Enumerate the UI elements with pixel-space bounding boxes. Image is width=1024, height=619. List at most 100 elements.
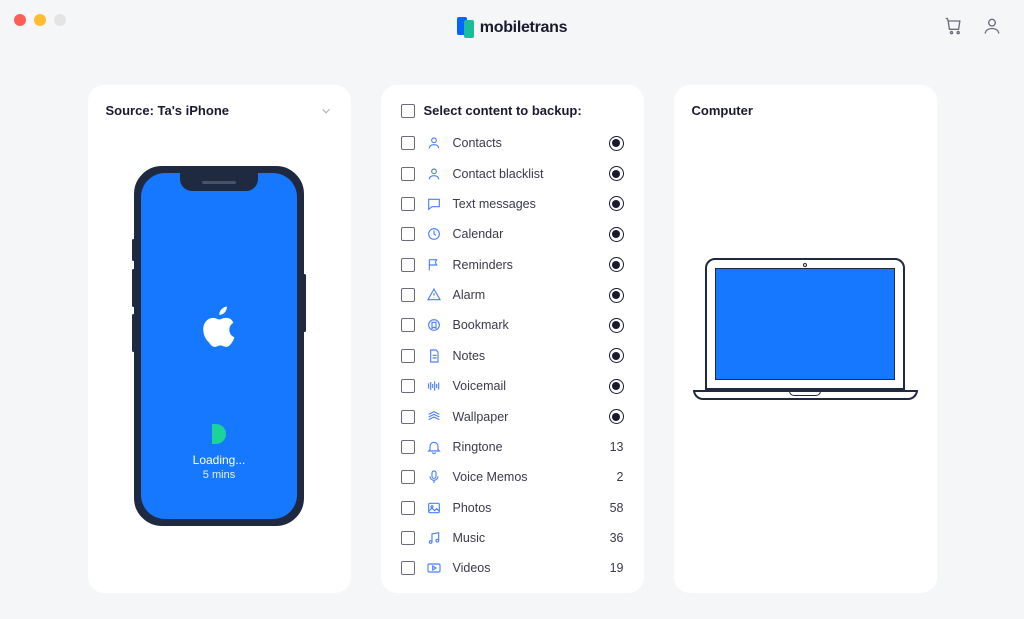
loading-status-icon bbox=[609, 318, 624, 333]
content-checkbox[interactable] bbox=[401, 288, 415, 302]
content-checkbox[interactable] bbox=[401, 197, 415, 211]
calendar-icon bbox=[426, 226, 442, 242]
content-checkbox[interactable] bbox=[401, 561, 415, 575]
loading-status-icon bbox=[609, 348, 624, 363]
content-label: Photos bbox=[453, 501, 599, 515]
content-row[interactable]: Voicemail bbox=[385, 371, 640, 401]
content-row[interactable]: Voice Memos 2 bbox=[385, 462, 640, 492]
content-label: Alarm bbox=[453, 288, 598, 302]
chevron-down-icon bbox=[319, 104, 333, 118]
content-row[interactable]: Photos 58 bbox=[385, 493, 640, 523]
voicemail-icon bbox=[426, 378, 442, 394]
app-logo: mobiletrans bbox=[457, 17, 567, 38]
loading-status-icon bbox=[609, 227, 624, 242]
content-checkbox[interactable] bbox=[401, 379, 415, 393]
content-checkbox[interactable] bbox=[401, 227, 415, 241]
content-checkbox[interactable] bbox=[401, 410, 415, 424]
wallpaper-icon bbox=[426, 409, 442, 425]
content-checkbox[interactable] bbox=[401, 349, 415, 363]
content-checkbox[interactable] bbox=[401, 318, 415, 332]
content-checkbox[interactable] bbox=[401, 136, 415, 150]
laptop-illustration bbox=[692, 258, 919, 400]
bookmark-icon bbox=[426, 317, 442, 333]
loading-status-icon bbox=[609, 196, 624, 211]
phone-illustration: Loading... 5 mins bbox=[106, 166, 333, 526]
loading-status-icon bbox=[609, 166, 624, 181]
content-label: Bookmark bbox=[453, 318, 598, 332]
content-label: Calendar bbox=[453, 227, 598, 241]
content-row[interactable]: Wallpaper bbox=[385, 401, 640, 431]
music-icon bbox=[426, 530, 442, 546]
content-label: Contact blacklist bbox=[453, 167, 598, 181]
loading-status-icon bbox=[609, 379, 624, 394]
loading-label: Loading... bbox=[193, 453, 246, 467]
contacts-icon bbox=[426, 135, 442, 151]
content-row[interactable]: Contact blacklist bbox=[385, 158, 640, 188]
content-row[interactable]: Bookmark bbox=[385, 310, 640, 340]
source-panel: Source: Ta's iPhone Loading... 5 mins bbox=[88, 85, 351, 593]
loading-status-icon bbox=[609, 409, 624, 424]
content-label: Videos bbox=[453, 561, 599, 575]
content-checkbox[interactable] bbox=[401, 531, 415, 545]
content-label: Wallpaper bbox=[453, 410, 598, 424]
notes-icon bbox=[426, 348, 442, 364]
app-header: mobiletrans bbox=[0, 0, 1024, 55]
content-row[interactable]: Ringtone 13 bbox=[385, 432, 640, 462]
content-checkbox[interactable] bbox=[401, 470, 415, 484]
content-row[interactable]: Music 36 bbox=[385, 523, 640, 553]
alarm-icon bbox=[426, 287, 442, 303]
chat-icon bbox=[426, 196, 442, 212]
content-label: Reminders bbox=[453, 258, 598, 272]
content-count: 19 bbox=[610, 561, 624, 575]
select-all-label: Select content to backup: bbox=[424, 103, 582, 118]
content-label: Music bbox=[453, 531, 599, 545]
content-label: Ringtone bbox=[453, 440, 599, 454]
content-row[interactable]: Videos 19 bbox=[385, 553, 640, 583]
content-label: Voice Memos bbox=[453, 470, 606, 484]
content-panel: Select content to backup: ContactsContac… bbox=[381, 85, 644, 593]
cart-icon[interactable] bbox=[944, 16, 964, 36]
flag-icon bbox=[426, 257, 442, 273]
header-actions bbox=[944, 16, 1002, 36]
mic-icon bbox=[426, 469, 442, 485]
content-count: 36 bbox=[610, 531, 624, 545]
content-count: 13 bbox=[610, 440, 624, 454]
content-row[interactable]: Alarm bbox=[385, 280, 640, 310]
loading-time: 5 mins bbox=[193, 469, 246, 481]
apple-logo-icon bbox=[198, 306, 240, 356]
content-checkbox[interactable] bbox=[401, 258, 415, 272]
content-label: Text messages bbox=[453, 197, 598, 211]
bell-icon bbox=[426, 439, 442, 455]
video-icon bbox=[426, 560, 442, 576]
content-checkbox[interactable] bbox=[401, 440, 415, 454]
content-row[interactable]: Text messages bbox=[385, 189, 640, 219]
photos-icon bbox=[426, 500, 442, 516]
content-list: Contacts Contact blacklist Text messages Ca… bbox=[385, 128, 640, 588]
loading-status-icon bbox=[609, 288, 624, 303]
content-label: Voicemail bbox=[453, 379, 598, 393]
contacts-icon bbox=[426, 166, 442, 182]
destination-panel: Computer bbox=[674, 85, 937, 593]
loading-status-icon bbox=[609, 136, 624, 151]
content-label: Contacts bbox=[453, 136, 598, 150]
select-all-checkbox[interactable] bbox=[401, 104, 415, 118]
content-row[interactable]: Contacts bbox=[385, 128, 640, 158]
source-panel-header[interactable]: Source: Ta's iPhone bbox=[106, 103, 333, 118]
content-checkbox[interactable] bbox=[401, 501, 415, 515]
content-label: Notes bbox=[453, 349, 598, 363]
loading-status: Loading... 5 mins bbox=[193, 424, 246, 481]
content-row[interactable]: Calendar bbox=[385, 219, 640, 249]
select-all-row[interactable]: Select content to backup: bbox=[385, 103, 640, 128]
main-panels: Source: Ta's iPhone Loading... 5 mins bbox=[0, 55, 1024, 593]
logo-mark-icon bbox=[457, 17, 474, 38]
logo-text: mobiletrans bbox=[480, 19, 567, 37]
content-row[interactable]: Notes bbox=[385, 341, 640, 371]
loading-spinner-icon bbox=[212, 424, 226, 444]
content-row[interactable]: Reminders bbox=[385, 250, 640, 280]
loading-status-icon bbox=[609, 257, 624, 272]
user-icon[interactable] bbox=[982, 16, 1002, 36]
content-count: 58 bbox=[610, 501, 624, 515]
content-count: 2 bbox=[617, 470, 624, 484]
content-checkbox[interactable] bbox=[401, 167, 415, 181]
source-title: Source: Ta's iPhone bbox=[106, 103, 230, 118]
